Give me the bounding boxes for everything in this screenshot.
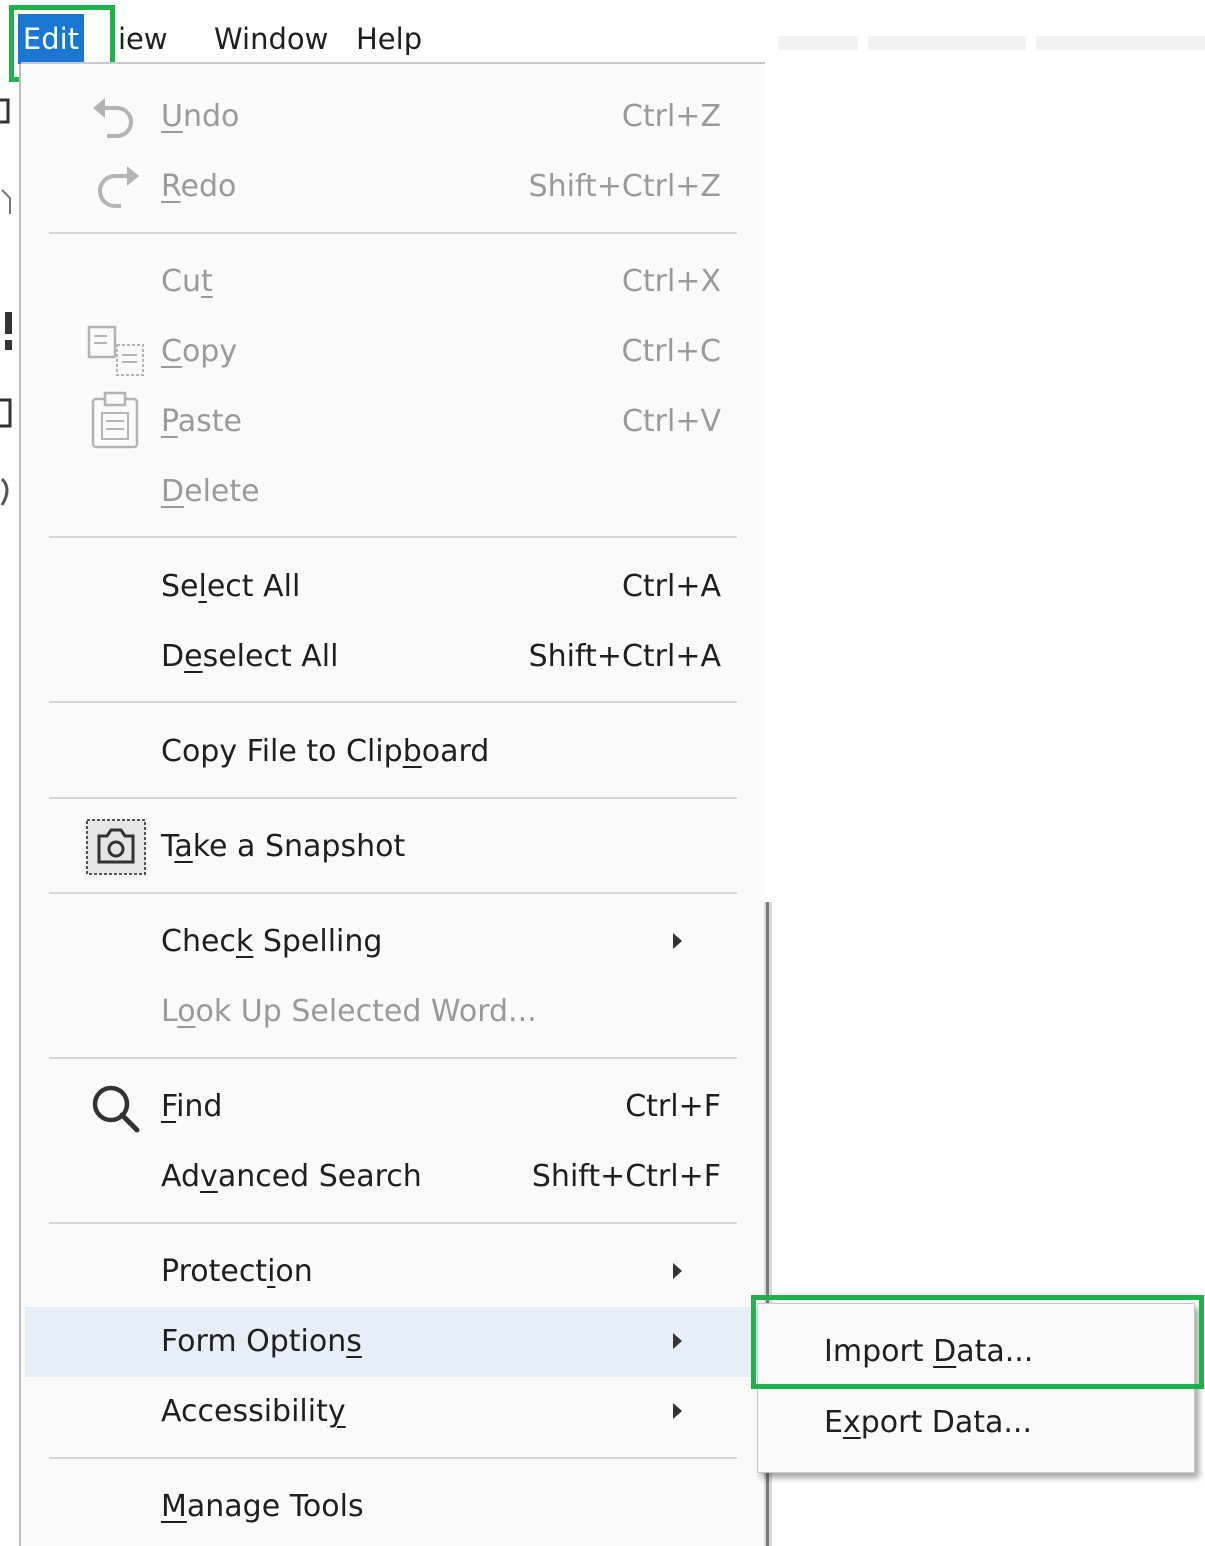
menu-item-cut[interactable]: Cut Ctrl+X bbox=[25, 249, 759, 315]
toolbar-strip bbox=[1036, 36, 1205, 50]
edit-menu-dropdown: Undo Ctrl+Z Redo Shift+Ctrl+Z Cut Ctrl+X… bbox=[21, 62, 765, 1546]
menu-item-undo[interactable]: Undo Ctrl+Z bbox=[25, 84, 759, 150]
paste-icon bbox=[91, 391, 139, 449]
menu-item-accessibility[interactable]: Accessibility bbox=[25, 1379, 759, 1445]
menu-item-manage-tools[interactable]: Manage Tools bbox=[25, 1474, 759, 1540]
menu-item-label: Take a Snapshot bbox=[161, 829, 406, 864]
menu-item-label: Deselect All bbox=[161, 639, 339, 674]
menu-item-shortcut: Ctrl+V bbox=[621, 404, 721, 439]
menu-item-label: Accessibility bbox=[161, 1394, 346, 1429]
menu-item-shortcut: Ctrl+A bbox=[621, 569, 721, 604]
menu-edit[interactable]: Edit bbox=[18, 14, 84, 64]
menu-item-look-up-selected-word[interactable]: Look Up Selected Word... bbox=[25, 979, 759, 1045]
menu-item-label: Look Up Selected Word... bbox=[161, 994, 537, 1029]
toolbar-strip bbox=[778, 36, 858, 50]
menu-bar: Edit iew Window Help bbox=[0, 14, 1205, 64]
menu-item-shortcut: Shift+Ctrl+A bbox=[528, 639, 721, 674]
menu-item-label: Cut bbox=[161, 264, 213, 299]
menu-item-shortcut: Ctrl+X bbox=[621, 264, 721, 299]
menu-window[interactable]: Window bbox=[202, 14, 340, 64]
menu-item-redo[interactable]: Redo Shift+Ctrl+Z bbox=[25, 154, 759, 220]
undo-icon bbox=[93, 98, 133, 138]
redo-icon bbox=[98, 166, 139, 208]
menu-item-select-all[interactable]: Select All Ctrl+A bbox=[25, 554, 759, 620]
toolbar-icon-fragment bbox=[0, 94, 14, 128]
menu-item-label: Select All bbox=[161, 569, 301, 604]
submenu-arrow-icon bbox=[673, 1263, 682, 1279]
menu-separator bbox=[49, 701, 737, 703]
menu-item-label: Paste bbox=[161, 404, 242, 439]
menu-item-label: Import Data... bbox=[824, 1334, 1034, 1369]
menu-item-label: Copy bbox=[161, 334, 238, 369]
copy-icon bbox=[87, 325, 144, 376]
menu-separator bbox=[49, 797, 737, 799]
menu-item-label: Check Spelling bbox=[161, 924, 383, 959]
menu-separator bbox=[49, 1222, 737, 1224]
toolbar-strip bbox=[868, 36, 1026, 50]
menu-item-label: Redo bbox=[161, 169, 237, 204]
submenu-arrow-icon bbox=[673, 933, 682, 949]
toolbar-icon-fragment bbox=[0, 475, 14, 511]
submenu-item-import-data[interactable]: Import Data... bbox=[758, 1317, 1194, 1387]
menu-item-shortcut: Shift+Ctrl+F bbox=[531, 1159, 721, 1194]
menu-item-copy-file-to-clipboard[interactable]: Copy File to Clipboard bbox=[25, 719, 759, 785]
menu-item-copy[interactable]: Copy Ctrl+C bbox=[25, 319, 759, 385]
menu-item-check-spelling[interactable]: Check Spelling bbox=[25, 909, 759, 975]
menu-item-find[interactable]: Find Ctrl+F bbox=[25, 1074, 759, 1140]
menu-item-label: Undo bbox=[161, 99, 240, 134]
menu-item-label: Form Options bbox=[161, 1324, 362, 1359]
search-icon bbox=[92, 1085, 140, 1133]
menu-item-label: Protection bbox=[161, 1254, 313, 1289]
menu-item-label: Delete bbox=[161, 474, 260, 509]
menu-item-shortcut: Shift+Ctrl+Z bbox=[528, 169, 721, 204]
menu-separator bbox=[49, 892, 737, 894]
menu-separator bbox=[49, 1057, 737, 1059]
menu-item-delete[interactable]: Delete bbox=[25, 459, 759, 525]
submenu-arrow-icon bbox=[673, 1333, 682, 1349]
menu-item-label: Find bbox=[161, 1089, 223, 1124]
submenu-item-export-data[interactable]: Export Data... bbox=[758, 1388, 1194, 1458]
submenu-arrow-icon bbox=[673, 1403, 682, 1419]
toolbar-icon-fragment bbox=[0, 310, 14, 355]
menu-item-advanced-search[interactable]: Advanced Search Shift+Ctrl+F bbox=[25, 1144, 759, 1210]
menu-item-shortcut: Ctrl+C bbox=[621, 334, 721, 369]
menu-separator bbox=[49, 232, 737, 234]
menu-item-label: Export Data... bbox=[824, 1405, 1033, 1440]
toolbar-icon-fragment bbox=[0, 180, 14, 214]
menu-item-protection[interactable]: Protection bbox=[25, 1239, 759, 1305]
form-options-submenu: Import Data... Export Data... bbox=[757, 1303, 1195, 1473]
menu-item-form-options[interactable]: Form Options bbox=[25, 1307, 765, 1377]
menu-separator bbox=[49, 536, 737, 538]
menu-item-label: Advanced Search bbox=[161, 1159, 422, 1194]
menu-view[interactable]: iew bbox=[106, 14, 180, 64]
menu-separator bbox=[49, 1457, 737, 1459]
menu-item-shortcut: Ctrl+F bbox=[625, 1089, 721, 1124]
menu-item-take-a-snapshot[interactable]: Take a Snapshot bbox=[25, 814, 759, 880]
menu-item-paste[interactable]: Paste Ctrl+V bbox=[25, 389, 759, 455]
menu-help[interactable]: Help bbox=[344, 14, 434, 64]
menu-item-shortcut: Ctrl+Z bbox=[621, 99, 721, 134]
menu-item-label: Copy File to Clipboard bbox=[161, 734, 490, 769]
camera-icon bbox=[86, 819, 146, 875]
menu-item-label: Manage Tools bbox=[161, 1489, 364, 1524]
menu-item-deselect-all[interactable]: Deselect All Shift+Ctrl+A bbox=[25, 624, 759, 690]
toolbar-icon-fragment bbox=[0, 390, 14, 430]
